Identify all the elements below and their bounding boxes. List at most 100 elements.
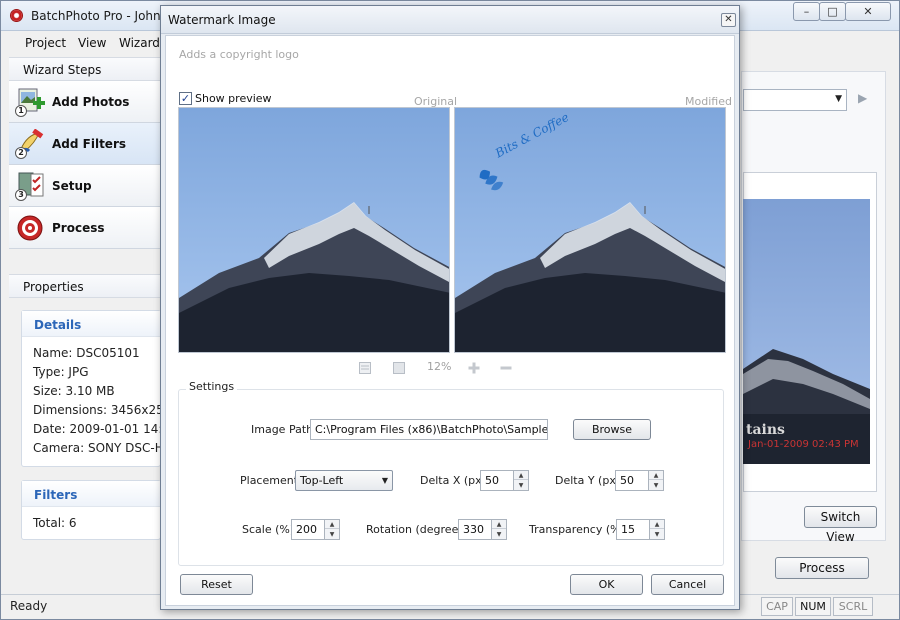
dialog-body: Adds a copyright logo ✓ Show preview Ori… [165,35,735,606]
num-lock-indicator: NUM [795,597,831,616]
transparency-stepper[interactable]: 15 ▲ ▼ [616,519,665,540]
spin-down-icon[interactable]: ▼ [325,530,339,539]
next-arrow-icon[interactable]: ▶ [858,91,867,105]
zoom-level: 12% [427,360,452,373]
scale-spin-buttons[interactable]: ▲ ▼ [324,519,340,540]
detail-date: Date: 2009-01-01 14:43 [33,422,178,436]
delta-x-stepper[interactable]: 50 ▲ ▼ [480,470,529,491]
browse-button[interactable]: Browse [573,419,651,440]
show-preview-label: Show preview [195,92,272,105]
rotation-label: Rotation (degrees) [366,523,469,536]
scale-stepper[interactable]: 200 ▲ ▼ [291,519,340,540]
rotation-stepper[interactable]: 330 ▲ ▼ [458,519,507,540]
detail-size: Size: 3.10 MB [33,384,115,398]
transparency-spin-buttons[interactable]: ▲ ▼ [649,519,665,540]
properties-header: Properties [9,274,161,298]
delta-y-label: Delta Y (px) [555,474,621,487]
spin-up-icon[interactable]: ▲ [492,520,506,529]
step-number-2: 2 [15,147,27,159]
detail-dimensions: Dimensions: 3456x2592 [33,403,180,417]
fit-window-icon[interactable] [359,362,371,374]
image-path-input[interactable]: C:\Program Files (x86)\BatchPhoto\Sample… [310,419,548,440]
zoom-out-icon[interactable] [500,362,512,374]
rotation-spin-buttons[interactable]: ▲ ▼ [491,519,507,540]
preset-dropdown[interactable]: ▼ [743,89,847,111]
zoom-in-icon[interactable] [468,362,480,374]
setup-icon: 3 [15,171,47,201]
show-preview-checkbox[interactable]: ✓ [179,92,192,105]
detail-name: Name: DSC05101 [33,346,140,360]
detail-type: Type: JPG [33,365,89,379]
switch-view-button[interactable]: Switch View [804,506,877,544]
placement-select[interactable]: Top-Left ▼ [295,470,393,491]
transparency-value[interactable]: 15 [616,519,650,540]
step-label-setup: Setup [52,179,92,193]
spin-down-icon[interactable]: ▼ [650,530,664,539]
minimize-button[interactable]: – [793,2,820,21]
spin-down-icon[interactable]: ▼ [492,530,506,539]
spin-up-icon[interactable]: ▲ [649,471,663,480]
step-number-3: 3 [15,189,27,201]
rotation-value[interactable]: 330 [458,519,492,540]
close-button[interactable]: ✕ [845,2,891,21]
spin-up-icon[interactable]: ▲ [650,520,664,529]
preview-date-stamp: Jan-01-2009 02:43 PM [748,439,859,450]
spin-up-icon[interactable]: ▲ [325,520,339,529]
step-setup[interactable]: 3 Setup [9,165,161,207]
wizard-steps-header: Wizard Steps [9,57,161,81]
process-icon [15,213,47,243]
filters-box: Filters [21,480,161,540]
actual-size-icon[interactable] [393,362,405,374]
cancel-button[interactable]: Cancel [651,574,724,595]
scroll-lock-indicator: SCRL [833,597,873,616]
step-number-1: 1 [15,105,27,117]
photos-icon: 1 [15,87,47,117]
transparency-label: Transparency (%) [529,523,625,536]
delta-y-spin-buttons[interactable]: ▲ ▼ [648,470,664,491]
step-process[interactable]: Process [9,207,161,249]
delta-x-label: Delta X (px) [420,474,486,487]
placement-label: Placement [240,474,299,487]
menu-project[interactable]: Project [25,36,66,50]
step-label-process: Process [52,221,105,235]
chevron-down-icon: ▼ [381,476,388,485]
dialog-title: Watermark Image [168,13,276,27]
ok-button[interactable]: OK [570,574,643,595]
watermark-dialog: Watermark Image ✕ Adds a copyright logo … [160,5,740,610]
chevron-down-icon: ▼ [835,94,842,104]
menu-view[interactable]: View [78,36,106,50]
step-add-photos[interactable]: 1 Add Photos [9,81,161,123]
dialog-subtitle: Adds a copyright logo [179,48,299,61]
dialog-titlebar: Watermark Image ✕ [161,6,739,34]
delta-y-value[interactable]: 50 [615,470,649,491]
delta-x-spin-buttons[interactable]: ▲ ▼ [513,470,529,491]
step-add-filters[interactable]: 2 Add Filters [9,123,161,165]
modified-preview: Bits & Coffee [454,107,726,353]
settings-legend: Settings [186,380,238,393]
spin-up-icon[interactable]: ▲ [514,471,528,480]
filters-title: Filters [22,481,160,507]
window-title: BatchPhoto Pro - John S [31,9,173,23]
scale-value[interactable]: 200 [291,519,325,540]
caps-lock-indicator: CAP [761,597,793,616]
delta-y-stepper[interactable]: 50 ▲ ▼ [615,470,664,491]
maximize-button[interactable]: □ [819,2,846,21]
placement-value: Top-Left [300,474,344,487]
detail-camera: Camera: SONY DSC-H50 [33,441,179,455]
filters-icon: 2 [15,128,47,159]
spin-down-icon[interactable]: ▼ [514,481,528,490]
original-preview [178,107,450,353]
details-title: Details [22,311,160,337]
menu-wizard[interactable]: Wizard [119,36,160,50]
image-path-label: Image Path [251,423,314,436]
process-button[interactable]: Process [775,557,869,579]
reset-button[interactable]: Reset [180,574,253,595]
dialog-close-button[interactable]: ✕ [721,13,736,27]
status-text: Ready [10,599,48,613]
preview-watermark-text: tains [746,422,785,438]
scale-label: Scale (%) [242,523,295,536]
app-icon [10,9,23,22]
spin-down-icon[interactable]: ▼ [649,481,663,490]
delta-x-value[interactable]: 50 [480,470,514,491]
filters-total: Total: 6 [33,516,77,530]
